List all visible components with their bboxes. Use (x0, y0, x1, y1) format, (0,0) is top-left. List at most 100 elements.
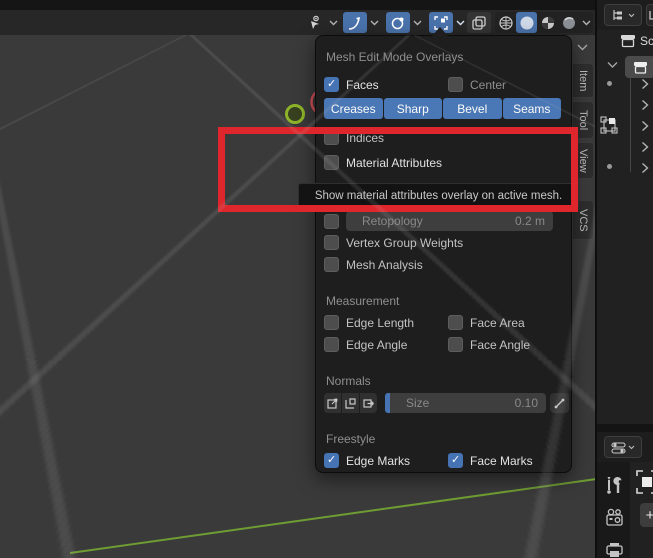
popover-caret (432, 27, 448, 36)
wireframe-shading-button[interactable] (495, 12, 516, 33)
face-area-label: Face Area (470, 315, 525, 330)
right-editor-column: Sc (595, 0, 653, 558)
rendered-shading-icon (562, 16, 575, 29)
outliner-editor-type-button[interactable] (604, 4, 642, 26)
collection-expand-chevron[interactable] (607, 61, 618, 69)
center-row: Center (448, 77, 506, 92)
creases-button[interactable]: Creases (324, 98, 383, 119)
face-angle-row: Face Angle (448, 337, 530, 352)
row-expand-chevron[interactable] (641, 99, 649, 111)
retopology-slider[interactable]: Retopology 0.2 m (346, 211, 553, 231)
retopology-checkbox[interactable] (324, 213, 339, 229)
proportional-editing-button[interactable] (343, 12, 367, 33)
row-expand-chevron[interactable] (641, 141, 649, 153)
freestyle-title: Freestyle (326, 432, 376, 446)
measurement-title: Measurement (326, 294, 400, 308)
chevron-down-icon (413, 20, 421, 25)
editor-separator[interactable] (597, 424, 653, 432)
face-normals-button[interactable] (360, 393, 377, 413)
filter-icon (649, 10, 653, 20)
snapping-dropdown[interactable] (327, 12, 339, 33)
face-area-checkbox[interactable] (448, 315, 463, 330)
vertex-normals-button[interactable] (324, 393, 341, 413)
shading-dropdown[interactable] (580, 12, 593, 33)
render-tab[interactable] (605, 508, 624, 528)
outliner-filter-button[interactable] (646, 4, 653, 26)
indices-label: Indices (346, 130, 385, 145)
outliner-dot (607, 81, 612, 86)
cursor-visibility-button[interactable] (303, 12, 327, 33)
collection-icon (633, 62, 647, 74)
normals-row: Size 0.10 (324, 393, 569, 413)
row-expand-chevron[interactable] (641, 120, 649, 132)
shading-mode-group (495, 12, 593, 33)
wireframe-shading-icon (498, 15, 513, 30)
indices-row: Indices (324, 130, 384, 145)
object-origin-dot[interactable] (285, 104, 305, 124)
outliner-tree-line (630, 78, 631, 172)
bevel-button[interactable]: Bevel (443, 98, 502, 119)
size-label: Size (406, 396, 430, 410)
edge-angle-label: Edge Angle (346, 337, 408, 352)
constant-screen-size-button[interactable] (550, 393, 569, 413)
chevron-down-icon (329, 20, 337, 25)
row-expand-chevron[interactable] (641, 162, 649, 174)
split-normals-button[interactable] (342, 393, 359, 413)
xray-icon (472, 15, 486, 30)
chevron-down-icon (582, 20, 591, 25)
popover-scroll-down[interactable] (574, 40, 590, 54)
size-value: 0.10 (514, 396, 538, 410)
xray-toggle-button[interactable] (467, 12, 491, 33)
faces-checkbox[interactable] (324, 77, 339, 92)
vertex-group-weights-label: Vertex Group Weights (346, 235, 464, 250)
chevron-down-icon (577, 44, 587, 50)
edge-angle-checkbox[interactable] (324, 337, 339, 352)
tool-tab[interactable] (605, 474, 624, 496)
edge-angle-row: Edge Angle (324, 337, 407, 352)
material-attributes-checkbox[interactable] (324, 155, 339, 170)
scene-collection-label: Sc (640, 34, 653, 48)
add-button[interactable]: + (640, 503, 653, 527)
overlays-dropdown[interactable] (454, 12, 466, 33)
material-attributes-label: Material Attributes (346, 155, 443, 170)
seams-button[interactable]: Seams (502, 98, 561, 119)
solid-shading-button[interactable] (516, 12, 538, 33)
face-marks-row: Face Marks (448, 453, 533, 468)
tool-icon (607, 476, 622, 494)
mesh-data-icon[interactable] (600, 116, 621, 135)
rendered-shading-button[interactable] (558, 12, 579, 33)
tab-tool[interactable]: Tool (573, 101, 594, 139)
render-camera-icon (606, 508, 623, 526)
edge-length-checkbox[interactable] (324, 315, 339, 330)
face-marks-label: Face Marks (470, 453, 533, 468)
normals-size-slider[interactable]: Size 0.10 (390, 393, 546, 413)
scene-collection-row[interactable] (620, 33, 636, 48)
retopology-value: 0.2 m (514, 214, 545, 228)
outliner-dot (607, 164, 612, 169)
falloff-dropdown[interactable] (368, 12, 380, 33)
face-angle-checkbox[interactable] (448, 337, 463, 352)
snap-target-button[interactable] (386, 12, 410, 33)
normals-title: Normals (326, 374, 371, 388)
tab-vcs-label: VCS (577, 208, 589, 232)
active-collection-button[interactable] (625, 56, 653, 78)
diagonal-line-icon (554, 398, 565, 408)
active-object-frame[interactable] (636, 470, 653, 494)
edge-marks-checkbox[interactable] (324, 453, 339, 468)
output-tab[interactable] (605, 542, 624, 558)
face-marks-checkbox[interactable] (448, 453, 463, 468)
tab-item[interactable]: Item (573, 63, 594, 98)
sharp-button[interactable]: Sharp (383, 98, 442, 119)
indices-checkbox[interactable] (324, 130, 339, 145)
properties-editor-type-button[interactable] (604, 436, 642, 458)
tab-view[interactable]: View (573, 142, 594, 179)
snap-target-dropdown[interactable] (411, 12, 423, 33)
mesh-analysis-label: Mesh Analysis (346, 257, 423, 272)
center-checkbox[interactable] (448, 77, 463, 92)
mesh-analysis-checkbox[interactable] (324, 257, 339, 272)
chevron-down-icon (628, 445, 635, 449)
material-shading-button[interactable] (537, 12, 558, 33)
row-expand-chevron[interactable] (641, 78, 649, 90)
vertex-group-weights-checkbox[interactable] (324, 235, 339, 250)
window-top-edge (0, 0, 595, 10)
